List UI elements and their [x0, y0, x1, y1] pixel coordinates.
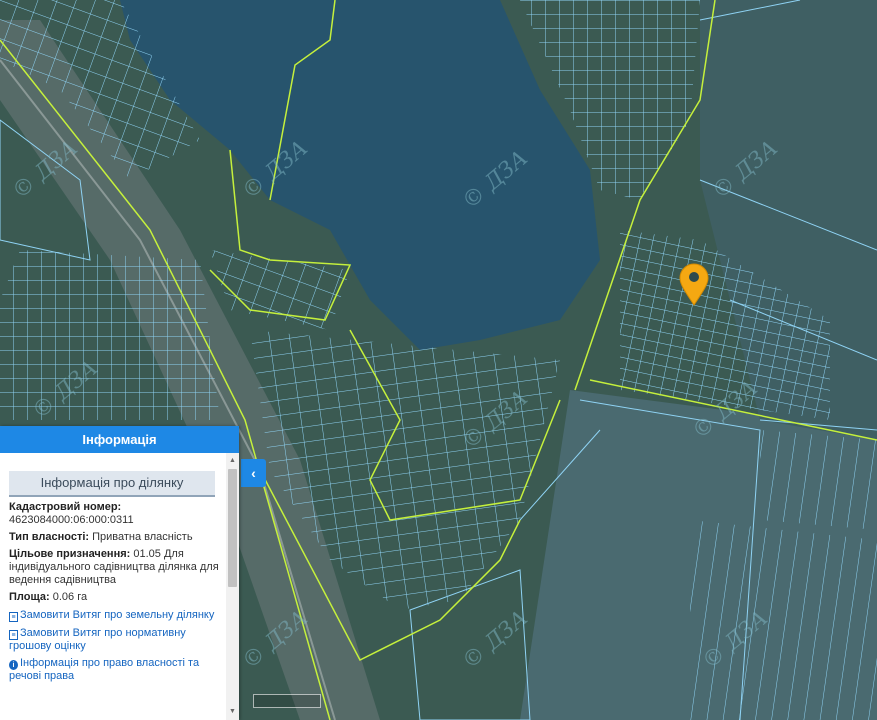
ownership-label: Тип власності:: [9, 531, 90, 543]
ownership-field: Тип власності: Приватна власність: [9, 531, 219, 544]
ownership-info-link[interactable]: i Інформація про право власності та речов…: [9, 657, 219, 682]
chevron-left-icon: ‹: [251, 465, 256, 481]
scroll-thumb[interactable]: [228, 469, 237, 587]
link-label: Інформація про право власності та речові…: [9, 657, 200, 682]
document-icon: ≡: [9, 612, 18, 622]
cadastral-number-label: Кадастровий номер:: [9, 501, 122, 513]
area-label: Площа:: [9, 591, 50, 603]
area-field: Площа: 0.06 га: [9, 591, 219, 604]
info-icon: i: [9, 660, 18, 670]
map-scale-bar: [253, 694, 321, 708]
link-label: Замовити Витяг про нормативну грошову оц…: [9, 627, 186, 652]
ownership-value: Приватна власність: [92, 531, 193, 543]
order-land-extract-link[interactable]: ≡ Замовити Витяг про земельну ділянку: [9, 609, 219, 622]
document-icon: ≡: [9, 630, 18, 640]
scroll-down-arrow-icon[interactable]: ▼: [226, 706, 239, 718]
collapse-panel-button[interactable]: ‹: [241, 459, 266, 487]
parcel-grid[interactable]: [760, 430, 877, 530]
scroll-up-arrow-icon[interactable]: ▲: [226, 455, 239, 467]
area-value: 0.06 га: [52, 591, 88, 603]
parcel-grid[interactable]: [0, 250, 220, 420]
panel-scrollbar[interactable]: ▲ ▼: [226, 453, 239, 720]
panel-body: Інформація про ділянку Кадастровий номер…: [0, 453, 226, 720]
purpose-field: Цільове призначення: 01.05 Для індивідуа…: [9, 548, 219, 587]
parcel-grid[interactable]: [690, 520, 877, 720]
order-valuation-extract-link[interactable]: ≡ Замовити Витяг про нормативну грошову о…: [9, 627, 219, 652]
section-title: Інформація про ділянку: [9, 471, 215, 497]
cadastral-number-value: 4623084000:06:000:0311: [9, 514, 134, 526]
info-panel: Інформація Інформація про ділянку Кадаст…: [0, 426, 239, 720]
purpose-label: Цільове призначення:: [9, 548, 131, 560]
cadastral-number-field: Кадастровий номер: 4623084000:06:000:031…: [9, 501, 219, 527]
link-label: Замовити Витяг про земельну ділянку: [20, 609, 215, 621]
panel-header: Інформація: [0, 426, 239, 453]
